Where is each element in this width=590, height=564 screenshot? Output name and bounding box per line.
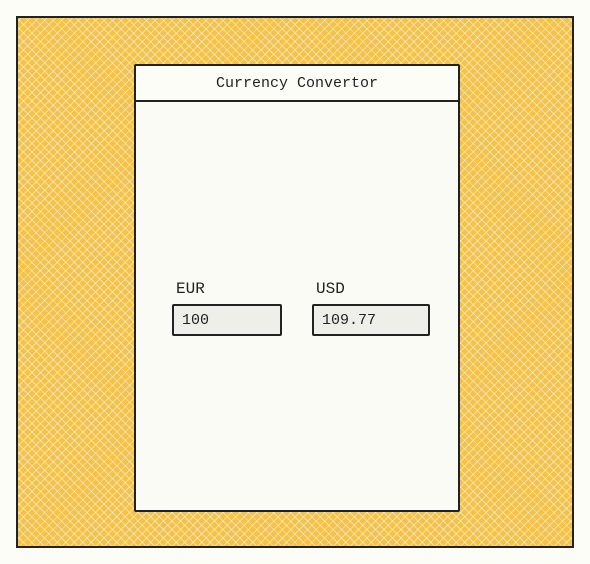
from-currency-group: EUR (172, 280, 292, 336)
to-currency-group: USD (312, 280, 432, 336)
converter-window: Currency Convertor EUR USD (134, 64, 460, 512)
window-body: EUR USD (136, 102, 458, 510)
window-titlebar: Currency Convertor (136, 66, 458, 102)
wireframe-canvas: Currency Convertor EUR USD (16, 16, 574, 548)
window-title: Currency Convertor (216, 75, 378, 92)
from-amount-input[interactable] (172, 304, 282, 336)
from-currency-label: EUR (176, 280, 292, 298)
to-amount-input[interactable] (312, 304, 430, 336)
to-currency-label: USD (316, 280, 432, 298)
